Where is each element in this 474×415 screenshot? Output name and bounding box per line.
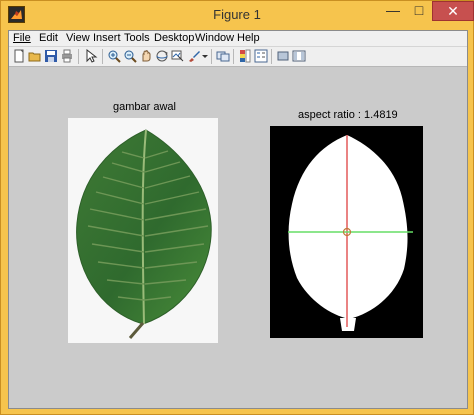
menu-desktop[interactable]: Desktop [154, 32, 194, 44]
maximize-button[interactable]: □ [406, 1, 432, 21]
toolbar-separator [271, 49, 272, 64]
edit-plot-icon[interactable] [84, 49, 98, 63]
menu-edit[interactable]: Edit [39, 32, 58, 44]
menu-file[interactable]: File [13, 32, 31, 44]
toolbar-separator [78, 49, 79, 64]
pan-icon[interactable] [139, 49, 153, 63]
original-leaf-image [68, 118, 218, 343]
hide-plot-tools-icon[interactable] [276, 49, 290, 63]
menu-window[interactable]: Window [195, 32, 234, 44]
zoom-in-icon[interactable] [107, 49, 121, 63]
menu-help[interactable]: Help [237, 32, 260, 44]
new-figure-icon[interactable] [12, 49, 26, 63]
open-file-icon[interactable] [28, 49, 42, 63]
data-cursor-icon[interactable] [171, 49, 185, 63]
brush-icon[interactable] [187, 49, 201, 63]
binary-mask-image [270, 126, 423, 338]
insert-legend-icon[interactable] [254, 49, 268, 63]
menu-insert[interactable]: Insert [93, 32, 121, 44]
toolbar-separator [102, 49, 103, 64]
rotate-3d-icon[interactable] [155, 49, 169, 63]
menu-bar: File Edit View Insert Tools Desktop Wind… [9, 31, 467, 46]
figure-canvas: gambar awal aspect ratio : 1.4819 [9, 67, 467, 408]
menu-tools[interactable]: Tools [124, 32, 150, 44]
right-axes-title: aspect ratio : 1.4819 [298, 109, 398, 121]
toolbar-separator [211, 49, 212, 64]
title-bar[interactable]: Figure 1 — □ ✕ [1, 1, 474, 29]
dropdown-arrow-icon[interactable] [201, 49, 209, 63]
zoom-out-icon[interactable] [123, 49, 137, 63]
save-figure-icon[interactable] [44, 49, 58, 63]
figure-client-area: File Edit View Insert Tools Desktop Wind… [8, 30, 468, 409]
print-figure-icon[interactable] [60, 49, 74, 63]
menu-view[interactable]: View [66, 32, 90, 44]
minimize-button[interactable]: — [380, 1, 406, 21]
figure-toolbar [9, 46, 467, 67]
left-axes-title: gambar awal [113, 101, 176, 113]
show-plot-tools-icon[interactable] [292, 49, 306, 63]
link-plot-icon[interactable] [216, 49, 230, 63]
close-button[interactable]: ✕ [432, 1, 474, 21]
toolbar-separator [233, 49, 234, 64]
insert-colorbar-icon[interactable] [238, 49, 252, 63]
figure-window: Figure 1 — □ ✕ File Edit View Insert Too… [0, 0, 474, 415]
